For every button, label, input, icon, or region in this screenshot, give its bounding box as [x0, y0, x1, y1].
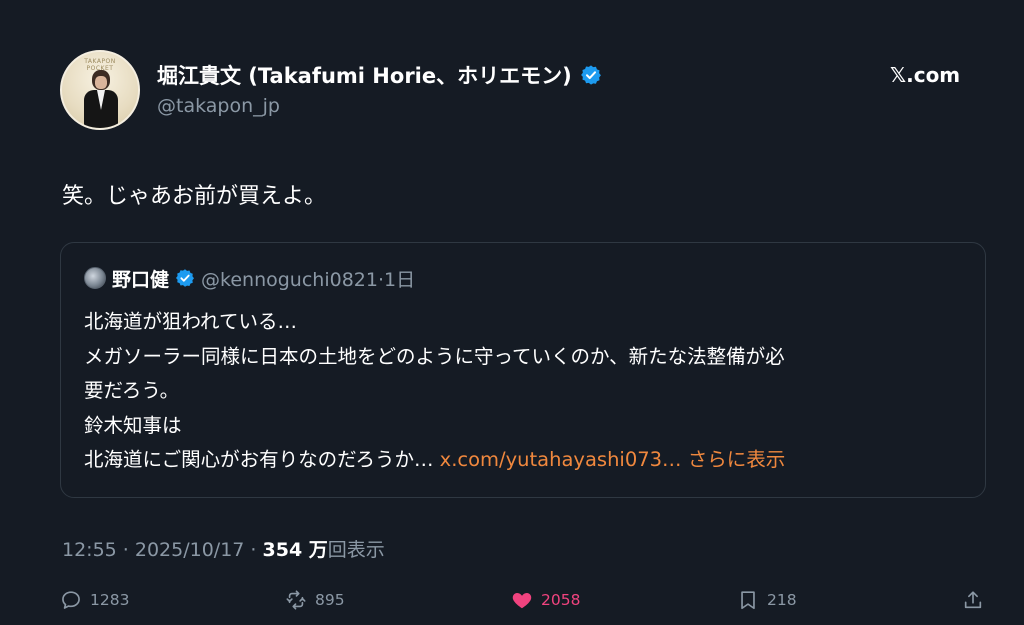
author-name-row: 堀江貴文 (Takafumi Horie、ホリエモン): [157, 60, 602, 90]
reply-count: 1283: [90, 591, 130, 609]
quoted-text-line: メガソーラー同様に日本の土地をどのように守っていくのか、新たな法整備が必: [84, 344, 785, 368]
like-button[interactable]: 2058: [511, 586, 580, 614]
quoted-author-name: 野口健: [112, 268, 170, 291]
reply-icon: [62, 591, 80, 609]
bookmark-icon: [741, 591, 755, 610]
quoted-author-avatar: [84, 267, 106, 289]
tweet-text: 笑。じゃあお前が買えよ。: [62, 184, 327, 209]
bookmark-button[interactable]: 218: [737, 586, 797, 614]
quoted-link[interactable]: x.com/yutahayashi073…: [440, 448, 682, 471]
quoted-text-line: 北海道が狙われている…: [84, 310, 297, 333]
verified-badge-icon: [580, 65, 601, 85]
action-bar: 1283 895 2058 218: [0, 586, 1024, 614]
quoted-tweet-header: 野口健 @kennoguchi0821·1日: [84, 265, 415, 291]
x-logo[interactable]: 𝕏.com: [890, 63, 960, 87]
tweet-timestamp[interactable]: 12:55 · 2025/10/17 ·: [62, 539, 263, 561]
quoted-tweet[interactable]: 野口健 @kennoguchi0821·1日 北海道が狙われている… メガソーラ…: [60, 242, 986, 498]
repost-button[interactable]: 895: [285, 586, 345, 614]
quoted-text-line: 北海道にご関心がお有りなのだろうか…: [84, 448, 434, 471]
bookmark-count: 218: [767, 591, 797, 609]
reply-button[interactable]: 1283: [60, 586, 129, 614]
like-count: 2058: [541, 591, 581, 609]
verified-badge-icon: [176, 269, 195, 287]
tweet-meta: 12:55 · 2025/10/17 · 354 万回表示: [62, 535, 385, 562]
heart-icon: [512, 592, 532, 609]
share-button[interactable]: [962, 586, 984, 614]
quoted-text-last-line: 北海道にご関心がお有りなのだろうか… x.com/yutahayashi073……: [84, 443, 964, 478]
author-avatar[interactable]: TAKAPON POCKET: [60, 50, 140, 130]
author-name[interactable]: 堀江貴文 (Takafumi Horie、ホリエモン): [157, 60, 572, 90]
view-count-label: 回表示: [327, 539, 385, 561]
quoted-tweet-text: 北海道が狙われている… メガソーラー同様に日本の土地をどのように守っていくのか、…: [84, 305, 964, 478]
author-handle[interactable]: @takapon_jp: [157, 95, 280, 117]
quoted-author-handle-time: @kennoguchi0821·1日: [201, 268, 416, 291]
view-count: 354 万: [262, 539, 328, 561]
avatar-person: [84, 70, 118, 128]
repost-icon: [286, 590, 306, 610]
repost-count: 895: [315, 591, 345, 609]
share-icon: [964, 591, 982, 609]
quoted-text-line: 要だろう。: [84, 379, 180, 402]
quoted-text-line: 鈴木知事は: [84, 413, 182, 437]
show-more-link[interactable]: さらに表示: [688, 448, 786, 471]
